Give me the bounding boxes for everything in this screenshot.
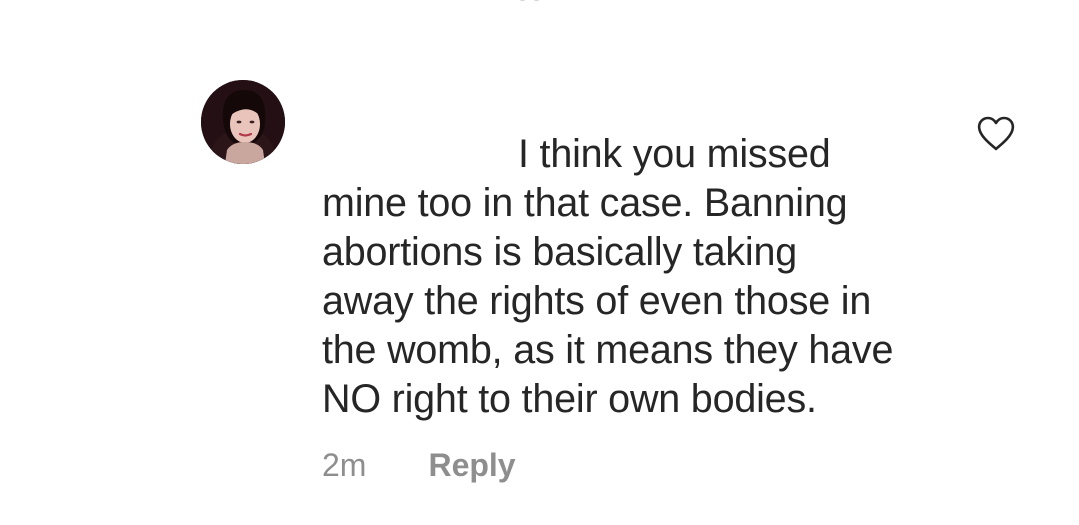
comment-text-line: the womb, as it means they have xyxy=(322,328,894,372)
comment-item: I think you missed mine too in that case… xyxy=(0,0,1079,525)
comment-text-line: away the rights of even those in xyxy=(322,279,872,323)
like-button[interactable] xyxy=(976,115,1016,153)
profile-photo-icon xyxy=(201,80,285,164)
comment-text-line: mine too in that case. Banning xyxy=(322,181,848,225)
heart-outline-icon xyxy=(977,116,1015,151)
comment-meta: 2m Reply xyxy=(322,445,516,485)
avatar[interactable] xyxy=(201,80,285,164)
comment-timestamp: 2m xyxy=(322,446,367,483)
reply-button[interactable]: Reply xyxy=(428,447,515,484)
comment-text-line: I think you missed xyxy=(518,132,831,176)
comment-text: I think you missed mine too in that case… xyxy=(322,130,962,424)
comment-text-line: abortions is basically taking xyxy=(322,230,798,274)
comment-text-line: NO right to their own bodies. xyxy=(322,377,817,421)
